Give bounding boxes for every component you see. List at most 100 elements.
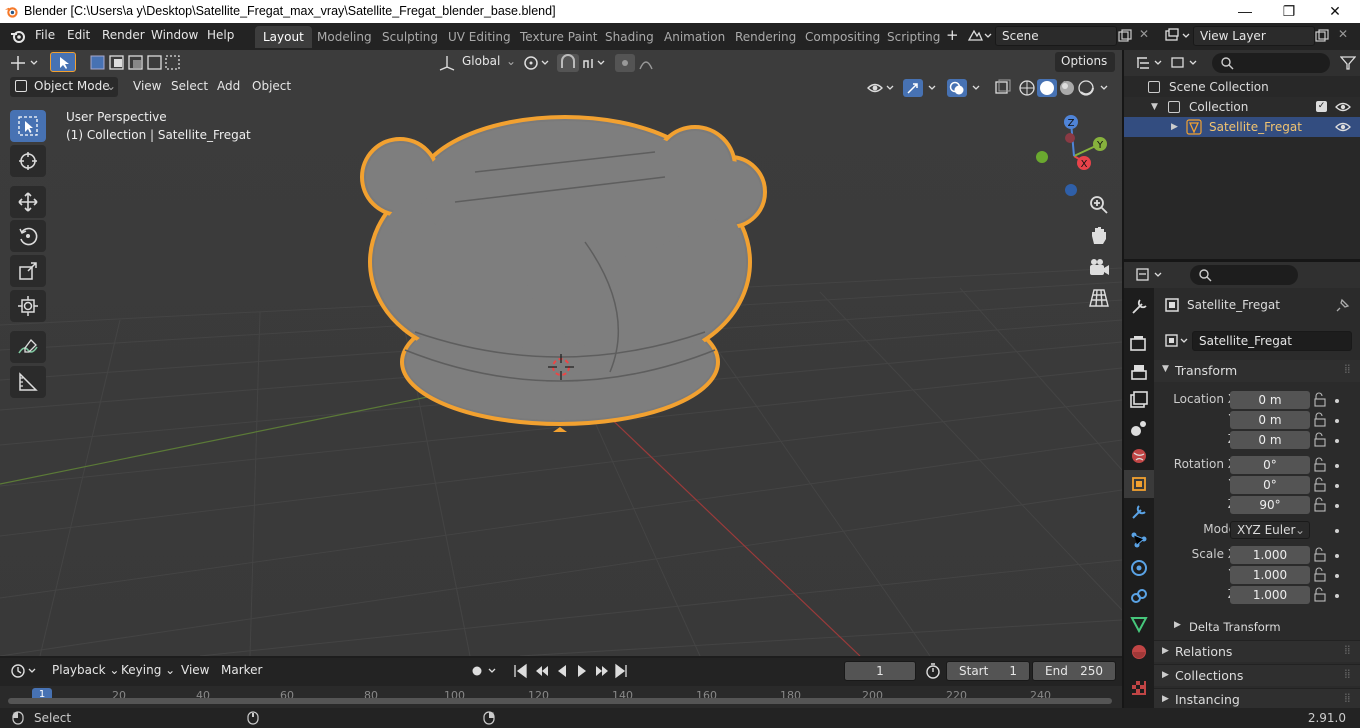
- outliner-scene-collection[interactable]: Scene Collection: [1124, 77, 1360, 97]
- tab-rendering[interactable]: Rendering: [727, 26, 804, 48]
- frame-ruler[interactable]: 1 20 40 60 80 100 120 140 160 180 200 22…: [0, 686, 1122, 708]
- tab-compositing[interactable]: Compositing: [797, 26, 888, 48]
- location-y-field[interactable]: 0 m: [1230, 411, 1310, 429]
- menu-window[interactable]: Window: [151, 28, 198, 42]
- delete-view-layer-icon[interactable]: ✕: [1338, 27, 1348, 41]
- orientation-chevron-icon[interactable]: ⌄: [500, 52, 522, 72]
- tab-texture-paint[interactable]: Texture Paint: [512, 26, 605, 48]
- tab-shading[interactable]: Shading: [597, 26, 662, 48]
- object-tab-active[interactable]: [1124, 470, 1154, 498]
- menu-help[interactable]: Help: [207, 28, 234, 42]
- location-x-field[interactable]: 0 m: [1230, 391, 1310, 409]
- transform-orientation-dropdown[interactable]: Global: [456, 52, 506, 72]
- timeline-menu-playback[interactable]: Playback ⌄: [46, 661, 125, 681]
- expand-chevron-icon[interactable]: ▶: [1171, 117, 1178, 137]
- collections-panel-header[interactable]: ▶ Collections ⁞⁞: [1154, 664, 1360, 686]
- timeline-scrollbar[interactable]: [8, 698, 1112, 704]
- outliner-collection[interactable]: ▼ Collection ✓: [1124, 97, 1360, 117]
- eye-visibility-icon[interactable]: [1335, 101, 1351, 113]
- menu-render[interactable]: Render: [102, 28, 145, 42]
- annotate-tool[interactable]: [10, 331, 46, 363]
- options-dropdown[interactable]: Options ⌄: [1055, 52, 1115, 87]
- auto-keying-icon[interactable]: [468, 663, 500, 679]
- object-data-tab-icon[interactable]: [1128, 613, 1150, 635]
- viewport-menu-view[interactable]: View: [127, 77, 167, 97]
- close-window-button[interactable]: ✕: [1312, 0, 1358, 23]
- physics-tab-icon[interactable]: [1128, 557, 1150, 579]
- material-tab-icon[interactable]: [1128, 641, 1150, 663]
- zoom-icon[interactable]: [1087, 193, 1111, 217]
- visibility-eye-icon[interactable]: [866, 78, 896, 98]
- timeline-menu-view[interactable]: View: [175, 661, 215, 681]
- output-tab-icon[interactable]: [1128, 361, 1150, 383]
- drag-handle-icon[interactable]: ⁞⁞: [1344, 667, 1351, 681]
- relations-panel-header[interactable]: ▶ Relations ⁞⁞: [1154, 640, 1360, 662]
- pin-icon[interactable]: [1336, 298, 1350, 312]
- render-tab-icon[interactable]: [1128, 333, 1150, 355]
- drag-handle-icon[interactable]: ⁞⁞: [1344, 362, 1351, 376]
- drag-handle-icon[interactable]: ⁞⁞: [1344, 643, 1351, 657]
- pivot-point-icon[interactable]: [522, 53, 552, 73]
- world-tab-icon[interactable]: [1128, 445, 1150, 467]
- viewport-menu-select[interactable]: Select: [165, 77, 214, 97]
- delta-transform-subpanel[interactable]: ▶ Delta Transform: [1154, 616, 1360, 638]
- scale-z-field[interactable]: 1.000: [1230, 586, 1310, 604]
- shading-mode-icons[interactable]: [1017, 78, 1117, 98]
- transform-pivot-icon[interactable]: [10, 53, 40, 73]
- measure-tool[interactable]: [10, 366, 46, 398]
- tab-uv-editing[interactable]: UV Editing: [440, 26, 519, 48]
- select-box-tool[interactable]: [10, 110, 46, 142]
- expand-chevron-icon[interactable]: ▼: [1151, 97, 1158, 117]
- rotate-tool[interactable]: [10, 220, 46, 252]
- tab-sculpting[interactable]: Sculpting: [374, 26, 446, 48]
- add-workspace-button[interactable]: +: [946, 26, 959, 44]
- timeline-menu-keying[interactable]: Keying ⌄: [115, 661, 181, 681]
- tool-settings-tab-icon[interactable]: [1128, 296, 1150, 318]
- viewport-menu-add[interactable]: Add: [211, 77, 246, 97]
- editor-type-timeline-icon[interactable]: [10, 663, 40, 679]
- scene-tab-icon[interactable]: [1128, 417, 1150, 439]
- selection-mode-icons[interactable]: [88, 53, 184, 73]
- properties-search-input[interactable]: [1190, 265, 1298, 285]
- minimize-button[interactable]: —: [1222, 0, 1268, 23]
- menu-file[interactable]: File: [35, 28, 55, 42]
- cursor-tool[interactable]: [10, 145, 46, 177]
- particles-tab-icon[interactable]: [1128, 529, 1150, 551]
- navigation-gizmo[interactable]: Z Y X: [1030, 112, 1116, 198]
- scale-x-field[interactable]: 1.000: [1230, 546, 1310, 564]
- pan-hand-icon[interactable]: [1087, 224, 1111, 248]
- rotation-x-field[interactable]: 0°: [1230, 456, 1310, 474]
- scale-tool[interactable]: [10, 255, 46, 287]
- select-tool-button[interactable]: [50, 52, 76, 72]
- instancing-panel-header[interactable]: ▶ Instancing ⁞⁞: [1154, 688, 1360, 708]
- lock-and-keyframe-column[interactable]: [1313, 391, 1360, 611]
- snap-icon[interactable]: [556, 53, 608, 73]
- 3d-viewport[interactable]: Global ⌄ Options ⌄ Object Mode ⌄ View Se…: [0, 50, 1122, 656]
- drag-handle-icon[interactable]: ⁞⁞: [1344, 691, 1351, 705]
- scene-browse-icon[interactable]: [966, 28, 992, 44]
- transform-tool[interactable]: [10, 290, 46, 322]
- camera-view-icon[interactable]: [1087, 256, 1111, 280]
- stopwatch-icon[interactable]: [924, 663, 942, 679]
- maximize-button[interactable]: ❐: [1266, 0, 1312, 23]
- filter-icon[interactable]: [1340, 55, 1356, 71]
- move-tool[interactable]: [10, 186, 46, 218]
- menu-edit[interactable]: Edit: [67, 28, 90, 42]
- overlays-toggle-icon[interactable]: [946, 78, 984, 98]
- tab-layout[interactable]: Layout: [255, 26, 312, 48]
- proportional-editing-icon[interactable]: [614, 53, 666, 73]
- tab-scripting[interactable]: Scripting: [879, 26, 948, 48]
- texture-tab-icon[interactable]: [1128, 677, 1150, 699]
- start-frame-field[interactable]: Start 1: [946, 661, 1030, 681]
- blender-menu-icon[interactable]: [10, 28, 26, 44]
- editor-type-properties-icon[interactable]: [1135, 267, 1165, 283]
- view-layer-field[interactable]: View Layer: [1193, 26, 1315, 46]
- outliner-object-satellite[interactable]: ▶ Satellite_Fregat: [1124, 117, 1360, 137]
- xray-toggle-icon[interactable]: [994, 78, 1012, 98]
- constraints-tab-icon[interactable]: [1128, 585, 1150, 607]
- object-browse-icon[interactable]: [1164, 333, 1190, 349]
- tab-animation[interactable]: Animation: [656, 26, 733, 48]
- current-frame-field[interactable]: 1: [844, 661, 916, 681]
- object-name-input[interactable]: Satellite_Fregat: [1192, 331, 1352, 351]
- delete-scene-icon[interactable]: ✕: [1139, 27, 1149, 41]
